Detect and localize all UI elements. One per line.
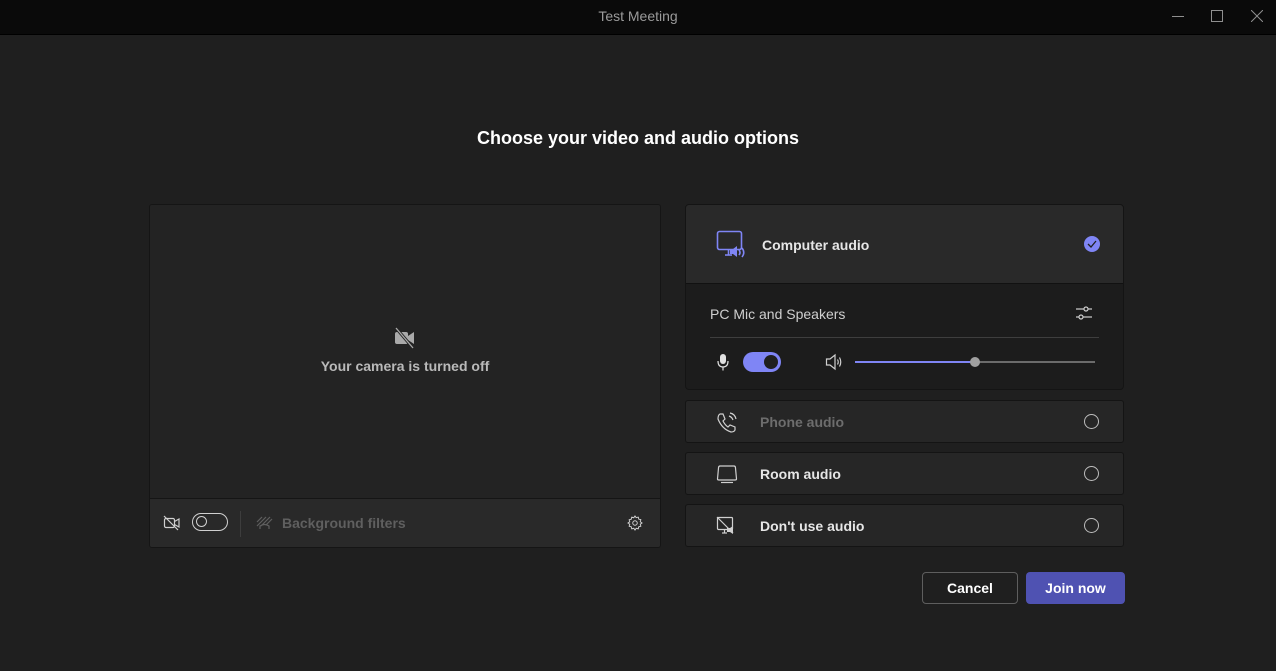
computer-audio-option[interactable]: Computer audio PC Mic and Speakers: [685, 204, 1124, 390]
camera-toggle[interactable]: [192, 513, 228, 531]
phone-audio-option[interactable]: Phone audio: [685, 400, 1124, 443]
computer-audio-header[interactable]: Computer audio: [686, 205, 1123, 284]
room-audio-option[interactable]: Room audio: [685, 452, 1124, 495]
volume-fill: [855, 361, 975, 363]
background-blur-icon: [256, 516, 273, 529]
background-filters-button[interactable]: Background filters: [282, 515, 406, 531]
toggle-knob: [196, 516, 207, 527]
close-icon: [1251, 10, 1263, 22]
room-device-icon: [716, 465, 738, 484]
phone-audio-radio[interactable]: [1084, 414, 1099, 429]
window-title: Test Meeting: [598, 8, 678, 24]
close-button[interactable]: [1237, 0, 1276, 32]
minimize-icon: [1172, 16, 1184, 17]
camera-panel: Your camera is turned off Background fil…: [149, 204, 661, 548]
no-audio-radio[interactable]: [1084, 518, 1099, 533]
cancel-button[interactable]: Cancel: [922, 572, 1018, 604]
camera-off-icon: [394, 327, 415, 349]
maximize-icon: [1211, 10, 1223, 22]
selected-check-icon: [1084, 236, 1100, 252]
divider: [240, 511, 241, 537]
device-settings-icon[interactable]: [1075, 305, 1093, 321]
microphone-icon: [717, 354, 729, 371]
speaker-volume-slider[interactable]: [855, 357, 1095, 367]
divider: [710, 337, 1099, 338]
no-audio-icon: [716, 516, 734, 534]
minimize-button[interactable]: [1158, 0, 1198, 32]
audio-device-label: PC Mic and Speakers: [710, 306, 846, 322]
toggle-knob: [764, 355, 778, 369]
computer-audio-label: Computer audio: [762, 237, 870, 253]
video-preview: Your camera is turned off: [150, 205, 660, 499]
speaker-icon: [825, 353, 842, 371]
no-audio-label: Don't use audio: [760, 518, 865, 534]
camera-controls-bar: Background filters: [150, 499, 660, 547]
no-audio-option[interactable]: Don't use audio: [685, 504, 1124, 547]
maximize-button[interactable]: [1197, 0, 1237, 32]
phone-audio-label: Phone audio: [760, 414, 844, 430]
title-bar: Test Meeting: [0, 0, 1276, 35]
room-audio-radio[interactable]: [1084, 466, 1099, 481]
volume-thumb[interactable]: [970, 357, 980, 367]
page-title: Choose your video and audio options: [476, 128, 799, 148]
camera-off-icon: [163, 515, 180, 531]
room-audio-label: Room audio: [760, 466, 841, 482]
computer-speaker-icon: [716, 230, 745, 258]
microphone-toggle[interactable]: [743, 352, 781, 372]
join-now-button[interactable]: Join now: [1026, 572, 1125, 604]
phone-icon: [717, 412, 737, 433]
gear-icon[interactable]: [626, 514, 644, 532]
camera-status-text: Your camera is turned off: [320, 358, 490, 374]
